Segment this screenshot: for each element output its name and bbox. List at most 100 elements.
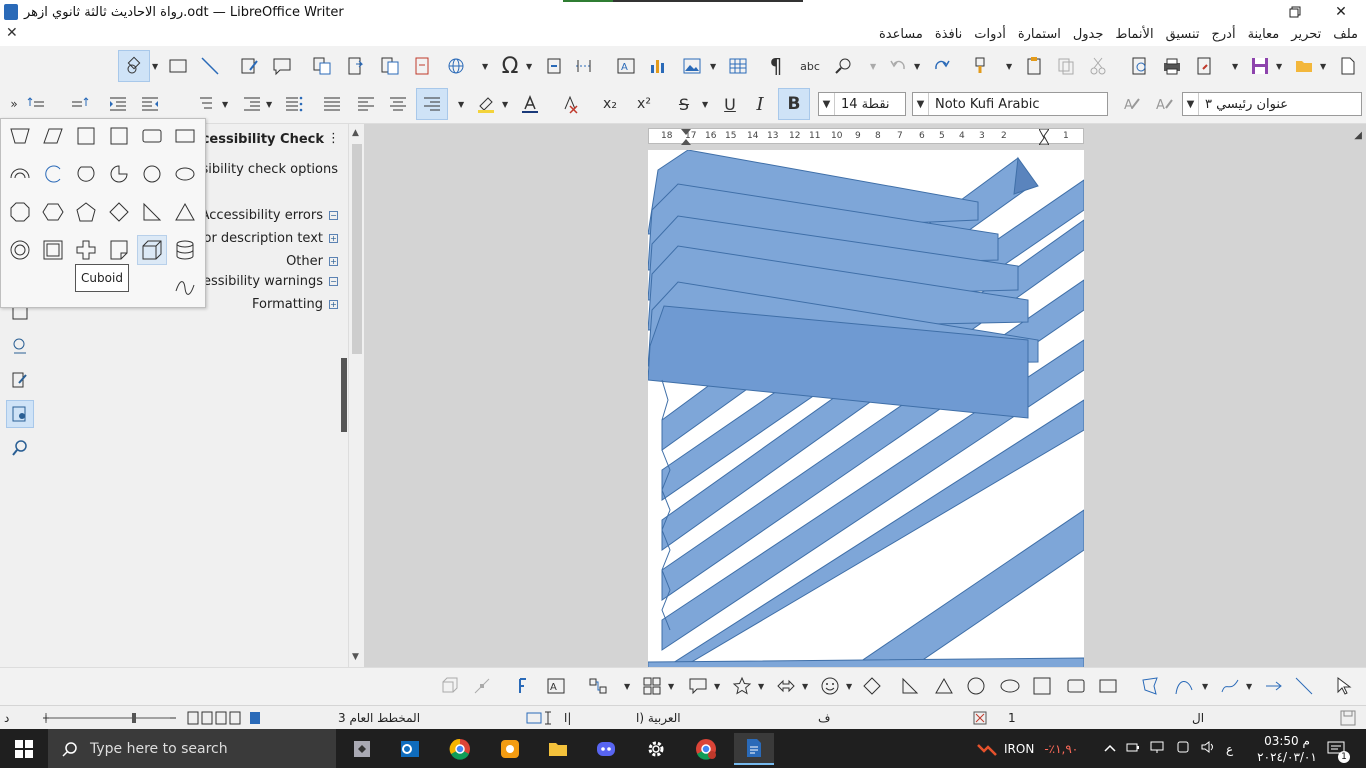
block-arc-shape[interactable] [5, 159, 35, 189]
menu-insert[interactable]: أدرج [1211, 27, 1235, 42]
rounded-rectangle-draw-button[interactable] [1062, 672, 1090, 700]
numbered-list-dropdown-arrow[interactable]: ▼ [266, 90, 274, 118]
taskbar-outlook[interactable] [390, 733, 430, 765]
battery-icon[interactable] [1126, 741, 1140, 756]
close-document-button[interactable]: ✕ [6, 25, 18, 41]
insert-comment-button[interactable] [268, 52, 296, 80]
symbol-shapes-button[interactable] [816, 672, 844, 700]
find-replace-button[interactable] [830, 52, 858, 80]
insert-field-button[interactable] [408, 52, 436, 80]
sidebar-item-manage-changes[interactable] [6, 366, 34, 394]
select-button[interactable] [1330, 672, 1358, 700]
collapse-toggle[interactable]: − [329, 211, 338, 220]
rectangle-draw-button[interactable] [1094, 672, 1122, 700]
square-rounded-shape[interactable] [104, 121, 134, 151]
numbered-list-button[interactable] [238, 90, 266, 118]
taskbar-chrome-profile[interactable] [686, 733, 726, 765]
ring-shape[interactable] [5, 235, 35, 265]
menu-styles[interactable]: الأنماط [1115, 27, 1153, 42]
block-arrows-button[interactable] [772, 672, 800, 700]
square-draw-button[interactable] [1028, 672, 1056, 700]
draw-line-button[interactable] [1290, 672, 1318, 700]
decrease-indent-button[interactable] [136, 90, 164, 118]
undo-button[interactable] [884, 52, 912, 80]
callouts-dropdown-arrow[interactable]: ▼ [714, 672, 722, 700]
square-shape[interactable] [71, 121, 101, 151]
menu-edit[interactable]: تحرير [1291, 27, 1321, 42]
frame-shape[interactable] [38, 235, 68, 265]
connectors-button[interactable] [584, 672, 612, 700]
paragraph-style-combo[interactable]: ▼ عنوان رئيسي ٣ [1182, 92, 1362, 116]
ellipse-draw-button[interactable] [996, 672, 1024, 700]
view-layout-buttons[interactable] [186, 711, 266, 728]
scroll-down-arrow[interactable]: ▼ [352, 652, 359, 662]
new-style-button[interactable]: A [1118, 90, 1146, 118]
insert-mode-label[interactable]: ا| [564, 711, 571, 725]
triangle-draw-button[interactable] [930, 672, 958, 700]
right-triangle-shape[interactable] [137, 197, 167, 227]
basic-shapes-button[interactable] [118, 50, 150, 82]
check-options-link[interactable]: essibility check options [187, 162, 338, 177]
block-arrows-dropdown-arrow[interactable]: ▼ [802, 672, 810, 700]
insert-text-box-button[interactable] [236, 52, 264, 80]
collapse-toggle[interactable]: − [329, 277, 338, 286]
flowchart-dropdown-arrow[interactable]: ▼ [668, 672, 676, 700]
start-button[interactable] [0, 729, 48, 768]
taskbar-app-orange[interactable] [490, 733, 530, 765]
expand-toggle[interactable]: + [329, 234, 338, 243]
flowchart-button[interactable] [638, 672, 666, 700]
font-name-dropdown-arrow[interactable]: ▼ [913, 93, 929, 115]
circle-pie-shape[interactable] [104, 159, 134, 189]
arc-shape[interactable] [38, 159, 68, 189]
special-character-button[interactable]: Ω [496, 52, 524, 80]
expand-toggle[interactable]: + [329, 300, 338, 309]
isosceles-triangle-shape[interactable] [170, 197, 200, 227]
right-triangle-draw-button[interactable] [896, 672, 924, 700]
cuboid-shape[interactable] [137, 235, 167, 265]
menu-file[interactable]: ملف [1333, 27, 1358, 42]
display-icon[interactable] [1176, 740, 1190, 757]
bulleted-list-button[interactable] [280, 90, 308, 118]
font-color-button[interactable] [516, 90, 544, 118]
network-icon[interactable] [1150, 740, 1166, 757]
insert-chart-button[interactable] [644, 52, 672, 80]
export-pdf-button[interactable] [1190, 52, 1218, 80]
menu-table[interactable]: جدول [1073, 27, 1104, 42]
line-button[interactable] [196, 52, 224, 80]
page-break-button[interactable] [570, 52, 598, 80]
increase-indent-button[interactable] [104, 90, 132, 118]
chevron-up-icon[interactable] [1104, 742, 1116, 756]
superscript-button[interactable]: x² [630, 90, 658, 118]
insert-footnote-button[interactable] [342, 52, 370, 80]
justify-button[interactable] [318, 90, 346, 118]
freeform-dropdown-arrow[interactable]: ▼ [1246, 672, 1254, 700]
sine-wave-shape[interactable] [170, 273, 200, 303]
menu-format[interactable]: تنسيق [1166, 27, 1200, 42]
taskbar-discord[interactable] [586, 733, 626, 765]
cylinder-shape[interactable] [170, 235, 200, 265]
notifications-button[interactable]: 1 [1326, 729, 1350, 768]
sidebar-item-style-inspector[interactable] [6, 332, 34, 360]
strikethrough-button[interactable]: S [670, 90, 698, 118]
font-name-combo[interactable]: ▼ Noto Kufi Arabic [912, 92, 1108, 116]
diamond-shape[interactable] [104, 197, 134, 227]
redo-button[interactable] [928, 52, 956, 80]
paragraph-direction-dropdown-arrow[interactable]: ▼ [458, 90, 466, 118]
stars-button[interactable] [728, 672, 756, 700]
spelling-button[interactable]: abc [796, 52, 824, 80]
open-dropdown-arrow[interactable]: ▼ [1276, 52, 1284, 80]
image-dropdown-arrow[interactable]: ▼ [710, 52, 718, 80]
align-left-button[interactable] [352, 90, 380, 118]
selection-mode[interactable] [526, 711, 556, 728]
horizontal-ruler[interactable]: 18 17 16 15 14 13 12 11 10 9 8 7 6 5 4 3… [648, 128, 1084, 145]
scroll-thumb[interactable] [352, 144, 362, 354]
octagon-shape[interactable] [5, 197, 35, 227]
hexagon-shape[interactable] [38, 197, 68, 227]
ellipse-shape[interactable] [170, 159, 200, 189]
save-dropdown-arrow[interactable]: ▼ [1232, 52, 1240, 80]
curve-dropdown-arrow[interactable]: ▼ [1202, 672, 1210, 700]
sidebar-item-other[interactable]: Other + [286, 254, 338, 269]
zoom-slider[interactable] [40, 711, 180, 725]
sidebar-collapse-handle[interactable] [341, 358, 347, 432]
special-character-dropdown-arrow[interactable]: ▼ [526, 52, 534, 80]
